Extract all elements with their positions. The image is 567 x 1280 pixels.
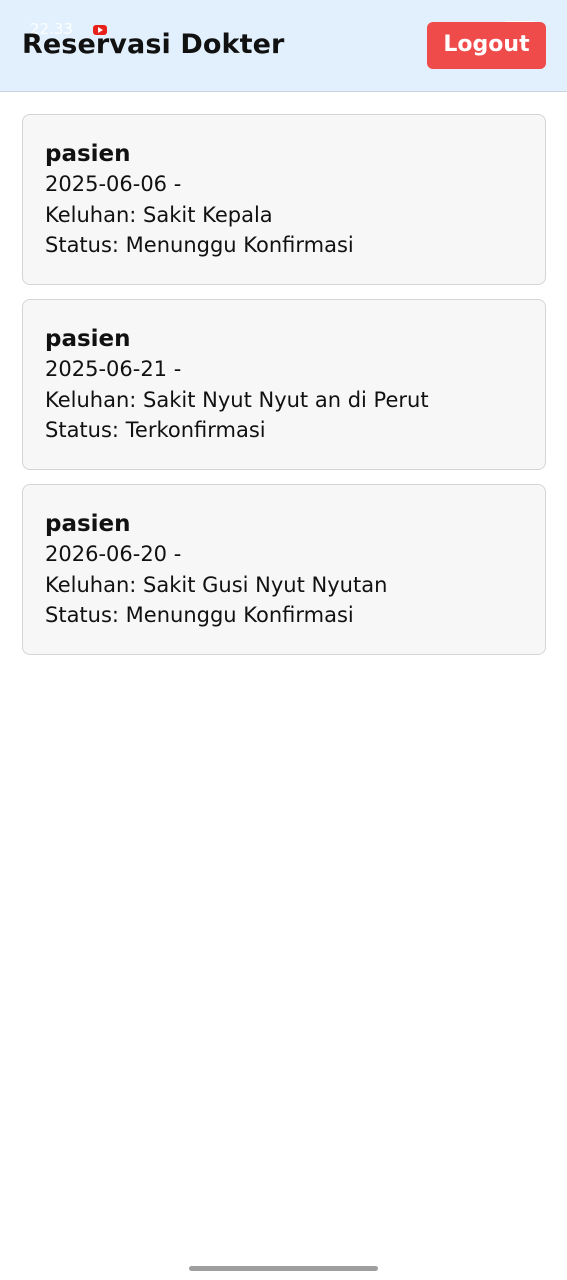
page-title: Reservasi Dokter bbox=[22, 29, 285, 60]
patient-name: pasien bbox=[45, 326, 131, 352]
reservation-date: 2025-06-06 - bbox=[45, 172, 182, 196]
reservation-complaint: Keluhan: Sakit Nyut Nyut an di Perut bbox=[45, 387, 429, 412]
logout-button[interactable]: Logout bbox=[427, 22, 546, 69]
reservation-complaint: Keluhan: Sakit Kepala bbox=[45, 202, 273, 227]
reservation-status: Status: Menunggu Konfirmasi bbox=[45, 603, 354, 627]
patient-name: pasien bbox=[45, 141, 131, 167]
reservation-list: pasien 2025-06-06 - Keluhan: Sakit Kepal… bbox=[22, 114, 546, 669]
reservation-status: Status: Terkonfirmasi bbox=[45, 418, 266, 442]
reservation-complaint: Keluhan: Sakit Gusi Nyut Nyutan bbox=[45, 572, 388, 597]
reservation-date: 2026-06-20 - bbox=[45, 542, 182, 566]
reservation-card[interactable]: pasien 2025-06-06 - Keluhan: Sakit Kepal… bbox=[22, 114, 546, 285]
reservation-status: Status: Menunggu Konfirmasi bbox=[45, 233, 354, 257]
home-indicator[interactable] bbox=[189, 1266, 378, 1271]
reservation-card[interactable]: pasien 2026-06-20 - Keluhan: Sakit Gusi … bbox=[22, 484, 546, 655]
app-screen: 22.33 77 Reservasi Dokter bbox=[0, 0, 567, 1280]
reservation-card[interactable]: pasien 2025-06-21 - Keluhan: Sakit Nyut … bbox=[22, 299, 546, 470]
app-header: 22.33 77 Reservasi Dokter bbox=[0, 0, 567, 92]
patient-name: pasien bbox=[45, 511, 131, 537]
reservation-date: 2025-06-21 - bbox=[45, 357, 182, 381]
